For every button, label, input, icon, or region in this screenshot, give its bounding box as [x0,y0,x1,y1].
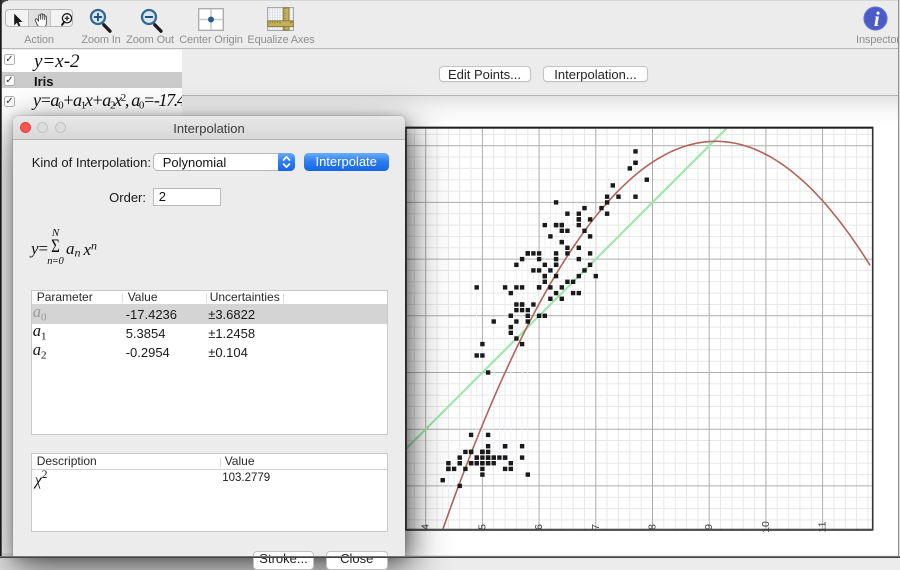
svg-text:5: 5 [476,524,488,530]
svg-text:10: 10 [760,521,772,533]
svg-text:9: 9 [703,524,715,530]
svg-text:7: 7 [590,524,602,530]
svg-text:6: 6 [533,524,545,530]
svg-text:4: 4 [420,524,432,530]
svg-text:11: 11 [817,521,829,532]
svg-text:8: 8 [647,524,659,530]
